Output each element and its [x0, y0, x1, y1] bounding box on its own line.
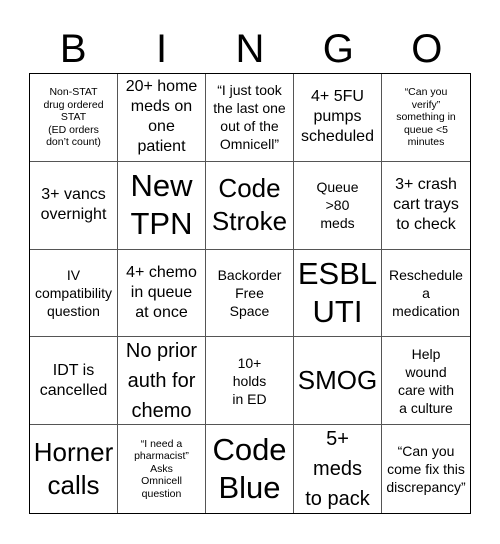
header-letter-i: I [156, 27, 168, 71]
bingo-cell-r2-c5[interactable]: 3+ crash cart trays to check [382, 162, 470, 250]
header-letter-g: G [322, 27, 354, 71]
bingo-cell-r4-c2[interactable]: No prior auth for chemo [118, 337, 206, 426]
bingo-cell-r3-c5[interactable]: Reschedule a medication [382, 250, 470, 338]
bingo-cell-r5-c5[interactable]: “Can you come fix this discrepancy” [382, 425, 470, 513]
bingo-cell-r5-c1[interactable]: Horner calls [30, 425, 118, 513]
bingo-cell-r1-c1[interactable]: Non-STAT drug ordered STAT (ED orders do… [30, 74, 118, 162]
bingo-cell-r2-c1[interactable]: 3+ vancs overnight [30, 161, 118, 250]
bingo-cell-r3-c3[interactable]: Backorder Free Space [206, 249, 294, 338]
bingo-header: B I N G O [29, 24, 471, 74]
bingo-cell-r4-c1[interactable]: IDT is cancelled [30, 337, 118, 426]
bingo-cell-r4-c4[interactable]: SMOG [294, 337, 382, 426]
bingo-cell-r5-c2[interactable]: “I need a pharmacist” Asks Omnicell ques… [118, 425, 206, 513]
bingo-cell-r4-c3[interactable]: 10+ holds in ED [206, 337, 294, 426]
bingo-cell-r4-c5[interactable]: Help wound care with a culture [382, 337, 470, 426]
bingo-cell-r1-c4[interactable]: 4+ 5FU pumps scheduled [294, 74, 382, 162]
header-letter-n: N [235, 27, 265, 71]
bingo-cell-r3-c2[interactable]: 4+ chemo in queue at once [118, 249, 206, 338]
header-letter-b: B [59, 27, 87, 71]
bingo-cell-r2-c4[interactable]: Queue >80 meds [294, 161, 382, 250]
bingo-cell-r3-c1[interactable]: IV compatibility question [30, 249, 118, 338]
bingo-cell-r2-c3[interactable]: Code Stroke [206, 161, 294, 250]
bingo-cell-r1-c5[interactable]: “Can you verify” something in queue <5 m… [382, 74, 470, 162]
bingo-cell-r5-c4[interactable]: 5+ meds to pack [294, 425, 382, 513]
bingo-cell-r3-c4[interactable]: ESBL UTI [294, 249, 382, 338]
bingo-cell-r1-c3[interactable]: “I just took the last one out of the Omn… [206, 74, 294, 162]
bingo-cell-r2-c2[interactable]: New TPN [118, 161, 206, 250]
bingo-card-grid: Non-STAT drug ordered STAT (ED orders do… [29, 73, 471, 514]
bingo-cell-r5-c3[interactable]: Code Blue [206, 425, 294, 513]
header-letter-o: O [411, 27, 443, 71]
bingo-cell-r1-c2[interactable]: 20+ home meds on one patient [118, 74, 206, 162]
